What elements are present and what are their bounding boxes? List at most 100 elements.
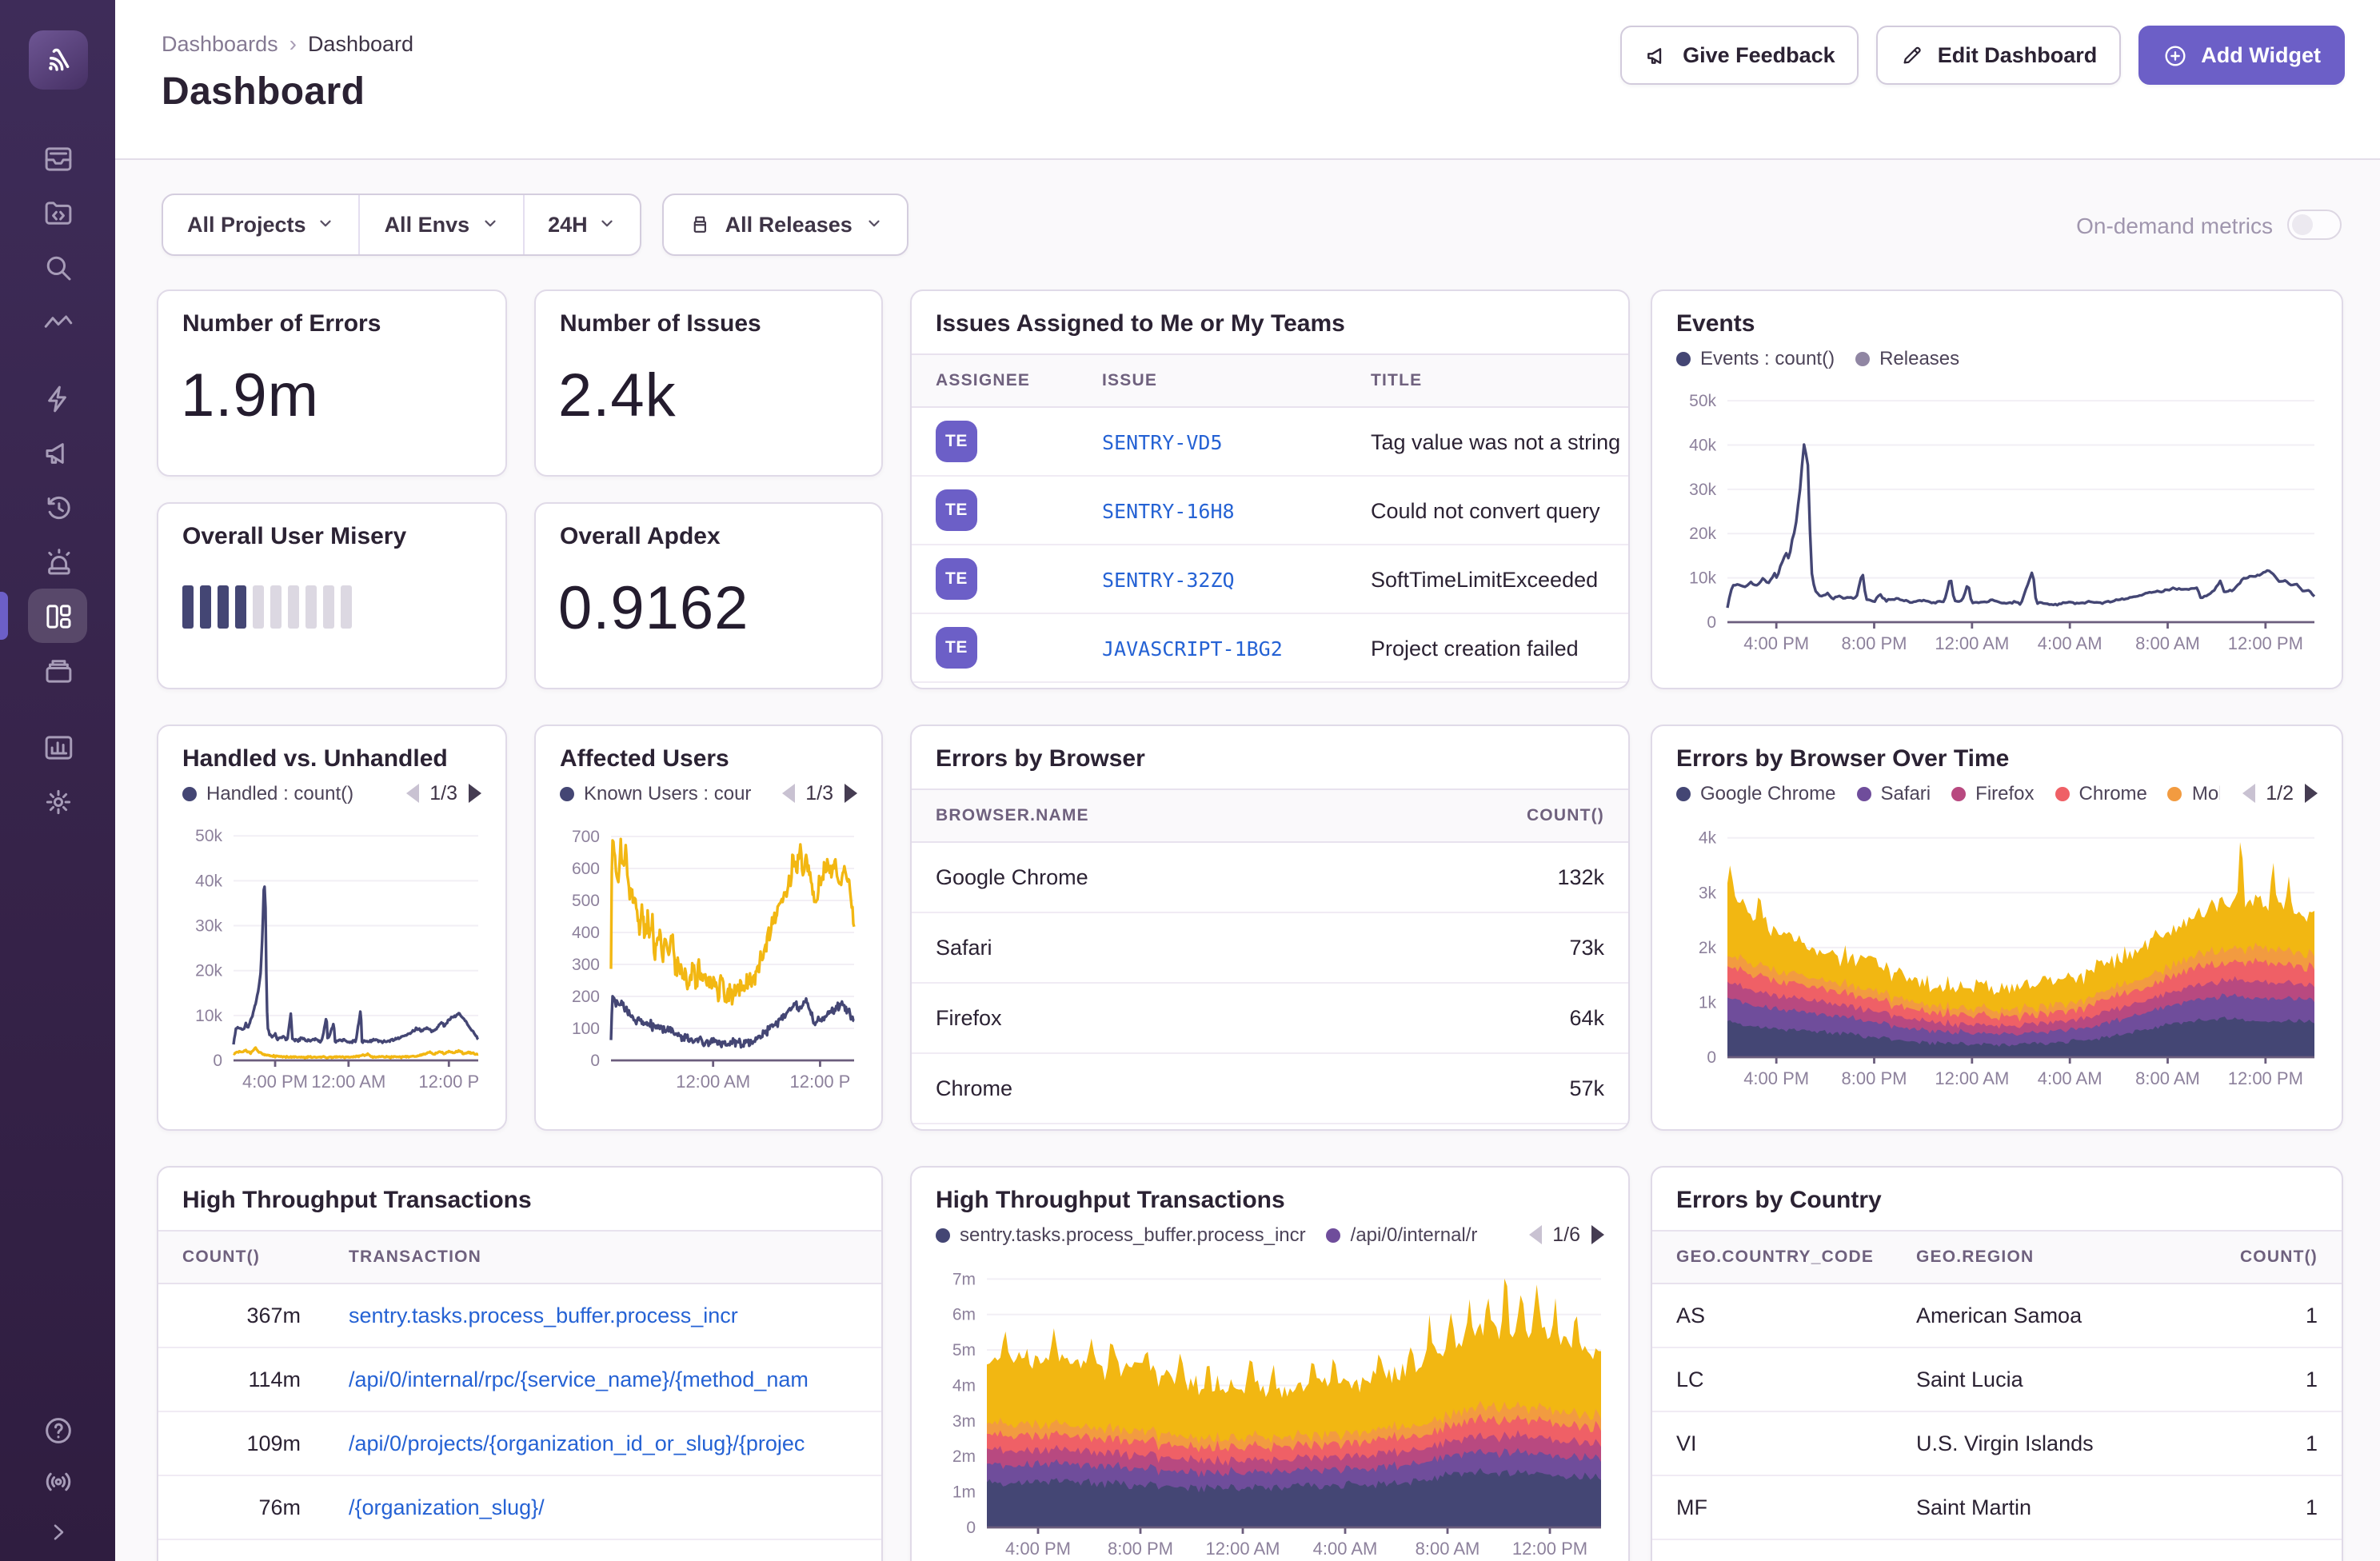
affected-users-chart[interactable]: 010020030040050060070012:00 AM12:00 P [536,804,881,1110]
sidebar-item-help[interactable] [0,1404,115,1455]
transaction-link[interactable]: /{organization_slug}/ [349,1495,545,1519]
table-row[interactable]: TEJAVASCRIPT-1BG2Project creation failed [912,614,1628,683]
add-widget-button[interactable]: Add Widget [2138,26,2345,85]
pager-next-icon[interactable] [469,784,481,803]
column-header[interactable]: BROWSER.NAME [912,806,1452,825]
table-row[interactable]: TESENTRY-VD5Tag value was not a string [912,408,1628,477]
sidebar-item-search[interactable] [0,240,115,294]
widget-high-throughput-chart[interactable]: High Throughput Transactions sentry.task… [910,1166,1630,1561]
issue-link[interactable]: SENTRY-VD5 [1102,429,1223,453]
column-header[interactable]: TITLE [1347,371,1628,390]
column-header[interactable]: COUNT() [158,1248,325,1267]
on-demand-metrics-toggle[interactable] [2287,210,2342,240]
sidebar-item-siren[interactable] [0,534,115,589]
assignee-avatar[interactable]: TE [936,627,977,669]
table-row[interactable]: Safari73k [912,913,1628,984]
pager-prev-icon[interactable] [405,784,418,803]
table-row[interactable]: 114m/api/0/internal/rpc/{service_name}/{… [158,1348,881,1412]
column-header[interactable]: COUNT() [1452,806,1628,825]
widget-overall-user-misery[interactable]: Overall User Misery [157,502,507,689]
legend-entry[interactable]: Known Users : cour [560,782,751,804]
legend-entry[interactable]: Handled : count() [182,782,353,804]
column-header[interactable]: COUNT() [2198,1248,2342,1267]
table-row[interactable]: LCSaint Lucia1 [1652,1348,2342,1412]
legend-entry[interactable]: Events : count() [1676,347,1835,369]
table-row[interactable]: 367msentry.tasks.process_buffer.process_… [158,1284,881,1348]
table-row[interactable]: TESENTRY-32ZQSoftTimeLimitExceeded [912,545,1628,614]
browser-over-time-chart[interactable]: 01k2k3k4k4:00 PM8:00 PM12:00 AM4:00 AM8:… [1652,804,2342,1107]
widget-errors-by-country[interactable]: Errors by Country GEO.COUNTRY_CODEGEO.RE… [1651,1166,2343,1561]
pager-prev-icon[interactable] [781,784,794,803]
assignee-avatar[interactable]: TE [936,558,977,600]
issue-link[interactable]: JAVASCRIPT-1BG2 [1102,636,1283,660]
widget-errors-by-browser-over-time[interactable]: Errors by Browser Over Time Google Chrom… [1651,725,2343,1131]
pager-prev-icon[interactable] [2242,784,2254,803]
table-row[interactable]: Mobile Safari33k [912,1124,1628,1131]
issue-link[interactable]: SENTRY-32ZQ [1102,567,1235,591]
table-row[interactable]: Chrome57k [912,1054,1628,1124]
sidebar-item-broadcast[interactable] [0,1455,115,1507]
pager-prev-icon[interactable] [1528,1225,1541,1244]
release-filter[interactable]: All Releases [663,194,908,256]
legend-entry[interactable]: Releases [1855,347,1959,369]
widget-affected-users[interactable]: Affected Users Known Users : cour1/3 010… [534,725,883,1131]
legend-entry[interactable]: Google Chrome [1676,782,1835,804]
sidebar-item-folder-code[interactable] [0,186,115,240]
table-row[interactable]: 109m/api/0/projects/{organization_id_or_… [158,1412,881,1476]
column-header[interactable]: GEO.COUNTRY_CODE [1652,1248,1892,1267]
transaction-link[interactable]: sentry.tasks.process_buffer.process_incr [349,1303,738,1327]
pager-next-icon[interactable] [1591,1225,1604,1244]
column-header[interactable]: TRANSACTION [325,1248,881,1267]
legend-entry[interactable]: sentry.tasks.process_buffer.process_incr [936,1224,1306,1246]
project-filter[interactable]: All Projects [163,195,359,254]
transaction-link[interactable]: /api/0/projects/{organization_id_or_slug… [349,1431,805,1455]
widget-handled-vs-unhandled[interactable]: Handled vs. Unhandled Handled : count()1… [157,725,507,1131]
high-throughput-chart[interactable]: 01m2m3m4m5m6m7m4:00 PM8:00 PM12:00 AM4:0… [912,1246,1628,1561]
environment-filter[interactable]: All Envs [359,195,523,254]
legend-entry[interactable]: Firefox [1951,782,2034,804]
sidebar-item-stats[interactable] [0,720,115,774]
sentry-logo[interactable] [28,30,87,90]
table-row[interactable]: 76m/{organization_slug}/ [158,1476,881,1540]
table-row[interactable]: VIU.S. Virgin Islands1 [1652,1412,2342,1476]
widget-errors-by-browser[interactable]: Errors by Browser BROWSER.NAMECOUNT()Goo… [910,725,1630,1131]
sidebar-item-megaphone[interactable] [0,425,115,480]
sidebar-item-dashboard[interactable] [0,589,115,643]
widget-high-throughput-table[interactable]: High Throughput Transactions COUNT()TRAN… [157,1166,883,1561]
sidebar-item-pulse[interactable] [0,294,115,349]
give-feedback-button[interactable]: Give Feedback [1620,26,1859,85]
assignee-avatar[interactable]: TE [936,421,977,462]
table-row[interactable]: Google Chrome132k [912,843,1628,913]
sidebar-item-gear[interactable] [0,774,115,828]
column-header[interactable]: GEO.REGION [1892,1248,2198,1267]
widget-events[interactable]: Events Events : count()Releases 010k20k3… [1651,289,2343,689]
widget-issues-assigned[interactable]: Issues Assigned to Me or My Teams ASSIGN… [910,289,1630,689]
widget-number-of-errors[interactable]: Number of Errors 1.9m [157,289,507,477]
sidebar-item-collapse[interactable] [0,1507,115,1558]
column-header[interactable]: ASSIGNEE [912,371,1078,390]
sidebar-item-inbox[interactable] [0,131,115,186]
assignee-avatar[interactable]: TE [936,489,977,531]
table-row[interactable]: ASAmerican Samoa1 [1652,1284,2342,1348]
legend-entry[interactable]: /api/0/internal/r [1327,1224,1478,1246]
date-range-filter[interactable]: 24H [522,195,641,254]
transaction-link[interactable]: /api/0/internal/rpc/{service_name}/{meth… [349,1367,809,1391]
legend-entry[interactable]: Safari [1856,782,1931,804]
widget-number-of-issues[interactable]: Number of Issues 2.4k [534,289,883,477]
table-row[interactable]: TESENTRY-16H8Could not convert query [912,477,1628,545]
breadcrumb-dashboards[interactable]: Dashboards [162,31,278,55]
column-header[interactable]: ISSUE [1078,371,1347,390]
legend-entry[interactable]: Mobile S [2168,782,2219,804]
handled-chart[interactable]: 010k20k30k40k50k4:00 PM12:00 AM12:00 P [158,804,505,1110]
issue-link[interactable]: SENTRY-16H8 [1102,498,1235,522]
widget-overall-apdex[interactable]: Overall Apdex 0.9162 [534,502,883,689]
pager-next-icon[interactable] [2305,784,2318,803]
legend-entry[interactable]: Chrome [2055,782,2147,804]
table-row[interactable]: Firefox64k [912,984,1628,1054]
table-row[interactable]: MFSaint Martin1 [1652,1476,2342,1540]
pager-next-icon[interactable] [845,784,857,803]
sidebar-item-history[interactable] [0,480,115,534]
sidebar-item-archive[interactable] [0,643,115,697]
edit-dashboard-button[interactable]: Edit Dashboard [1877,26,2122,85]
sidebar-item-lightning[interactable] [0,371,115,425]
